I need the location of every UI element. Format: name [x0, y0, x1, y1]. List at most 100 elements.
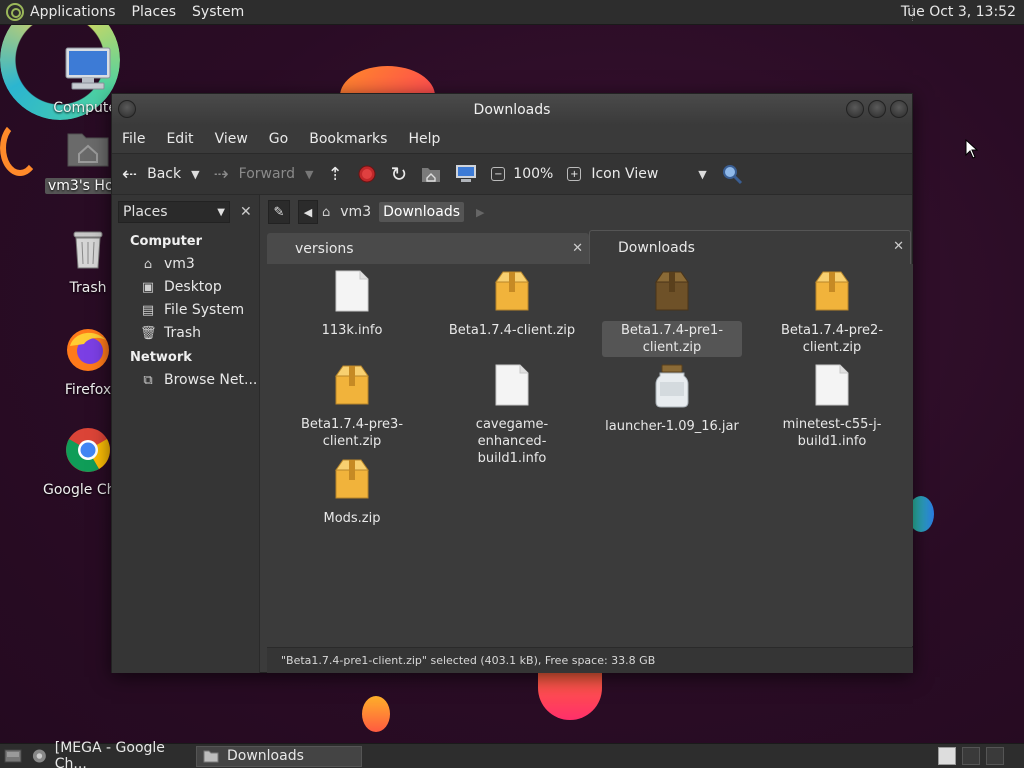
file-item[interactable]: launcher-1.09_16.jar: [602, 364, 742, 436]
workspace-2[interactable]: [962, 747, 980, 765]
menu-applications[interactable]: Applications: [30, 4, 116, 20]
sidebar-item-vm3[interactable]: ⌂ vm3: [112, 253, 259, 276]
menu-go[interactable]: Go: [269, 131, 288, 147]
back-button[interactable]: ⇠ Back ▼: [122, 164, 200, 185]
sidebar-item-browse-network[interactable]: ⧉ Browse Net...: [112, 369, 259, 392]
sidebar-item-label: Desktop: [164, 279, 222, 295]
up-button[interactable]: ⇡: [327, 164, 342, 185]
search-icon: [722, 165, 742, 185]
zoom-level: 100%: [513, 166, 554, 182]
chrome-icon: [66, 428, 110, 472]
file-item[interactable]: Beta1.7.4-pre1-client.zip: [602, 270, 742, 357]
sidebar-item-label: Trash: [164, 325, 201, 341]
distro-logo-icon[interactable]: [6, 3, 24, 21]
reload-button[interactable]: ↻: [391, 162, 408, 186]
file-item[interactable]: Mods.zip: [282, 458, 422, 528]
file-icon: [282, 458, 422, 505]
bottom-taskbar: [MEGA - Google Ch... Downloads: [0, 740, 1024, 768]
sidebar-type-select[interactable]: Places ▼: [118, 201, 230, 223]
jar-icon: [655, 364, 689, 408]
zoom-out-button[interactable]: − 100%: [491, 166, 553, 182]
chevron-down-icon: ▼: [217, 206, 225, 218]
file-item[interactable]: Beta1.7.4-client.zip: [442, 270, 582, 340]
file-icon: [442, 270, 582, 317]
window-titlebar[interactable]: Downloads: [112, 94, 912, 125]
menu-help[interactable]: Help: [408, 131, 440, 147]
minimize-button[interactable]: [846, 100, 864, 118]
top-panel: Applications Places System Tue Oct 3, 13…: [0, 0, 1024, 25]
back-arrow-icon: ⇠: [122, 163, 138, 185]
tab-close-icon[interactable]: ✕: [893, 239, 904, 254]
document-icon: [815, 364, 849, 406]
crumb-vm3[interactable]: vm3: [336, 202, 375, 222]
file-item[interactable]: Beta1.7.4-pre3-client.zip: [282, 364, 422, 451]
zoom-in-button[interactable]: +: [567, 167, 593, 181]
view-mode-select[interactable]: Icon View ▼: [591, 166, 706, 182]
view-mode-label: Icon View: [591, 166, 659, 182]
home-button[interactable]: [421, 165, 441, 183]
up-arrow-icon: ⇡: [327, 163, 343, 185]
file-name: cavegame-enhanced-build1.info: [475, 417, 549, 466]
close-button[interactable]: [890, 100, 908, 118]
stop-button[interactable]: [357, 164, 377, 184]
crumb-scroll-left[interactable]: ◀: [298, 200, 318, 224]
computer-button[interactable]: [455, 164, 477, 184]
menu-places[interactable]: Places: [132, 4, 177, 20]
file-item[interactable]: 113k.info: [282, 270, 422, 340]
forward-history-dropdown[interactable]: ▼: [305, 168, 313, 181]
back-history-dropdown[interactable]: ▼: [191, 168, 199, 181]
tab-downloads[interactable]: Downloads ✕: [589, 230, 911, 264]
file-item[interactable]: Beta1.7.4-pre2-client.zip: [762, 270, 902, 357]
clock[interactable]: Tue Oct 3, 13:52: [901, 4, 1016, 20]
status-text: "Beta1.7.4-pre1-client.zip" selected (40…: [281, 654, 656, 667]
chevron-right-icon[interactable]: ▶: [476, 206, 484, 219]
chevron-down-icon: ▼: [698, 167, 707, 181]
window-menu-button[interactable]: [118, 100, 136, 118]
sidebar-close-icon[interactable]: ✕: [240, 204, 252, 220]
file-name: Beta1.7.4-pre3-client.zip: [300, 417, 404, 449]
forward-button[interactable]: ⇢ Forward ▼: [214, 164, 314, 185]
workspace-3[interactable]: [986, 747, 1004, 765]
search-button[interactable]: [721, 163, 743, 185]
forward-label: Forward: [238, 166, 295, 182]
forward-arrow-icon: ⇢: [213, 163, 229, 185]
workspace-1[interactable]: [938, 747, 956, 765]
tab-close-icon[interactable]: ✕: [572, 241, 583, 256]
file-icon-view[interactable]: 113k.info Beta1.7.4-client.zip Beta1.7.4-p…: [267, 264, 913, 646]
menu-bookmarks[interactable]: Bookmarks: [309, 131, 387, 147]
reload-icon: ↻: [390, 162, 408, 186]
menu-file[interactable]: File: [122, 131, 145, 147]
sidebar-type-label: Places: [123, 204, 168, 220]
crumb-downloads[interactable]: Downloads: [379, 202, 464, 222]
chevron-left-icon: ◀: [303, 205, 313, 219]
trash-icon: [73, 231, 103, 269]
archive-box-icon: [495, 271, 529, 311]
show-desktop-button[interactable]: [0, 746, 26, 767]
task-chrome[interactable]: [MEGA - Google Ch...: [26, 740, 196, 768]
pencil-icon: ✎: [273, 204, 285, 220]
location-bar: ✎ ◀ ⌂ vm3 Downloads ▶: [264, 195, 912, 229]
home-icon: ⌂: [143, 257, 153, 272]
file-icon: [762, 270, 902, 317]
sidebar-item-trash[interactable]: 🗑 Trash: [112, 322, 259, 345]
back-label: Back: [147, 166, 182, 182]
menu-view[interactable]: View: [215, 131, 248, 147]
sidebar-item-desktop[interactable]: ▣ Desktop: [112, 276, 259, 299]
sidebar-section-computer: Computer: [130, 234, 203, 249]
menu-system[interactable]: System: [192, 4, 244, 20]
task-downloads[interactable]: Downloads: [196, 745, 362, 767]
tab-versions[interactable]: versions ✕: [267, 233, 589, 264]
file-icon: [282, 364, 422, 411]
trash-icon: 🗑: [140, 326, 157, 341]
file-item[interactable]: minetest-c55-j-build1.info: [762, 364, 902, 451]
file-name: Beta1.7.4-pre1-client.zip: [602, 321, 742, 357]
tab-label: Downloads: [618, 239, 695, 256]
file-item[interactable]: cavegame-enhanced-build1.info: [442, 364, 582, 468]
stop-icon: [358, 165, 376, 183]
maximize-button[interactable]: [868, 100, 886, 118]
menu-edit[interactable]: Edit: [166, 131, 193, 147]
zoom-in-icon: +: [567, 167, 582, 181]
edit-location-button[interactable]: ✎: [268, 200, 290, 224]
sidebar-item-filesystem[interactable]: ▤ File System: [112, 299, 259, 322]
archive-box-icon: [815, 271, 849, 311]
